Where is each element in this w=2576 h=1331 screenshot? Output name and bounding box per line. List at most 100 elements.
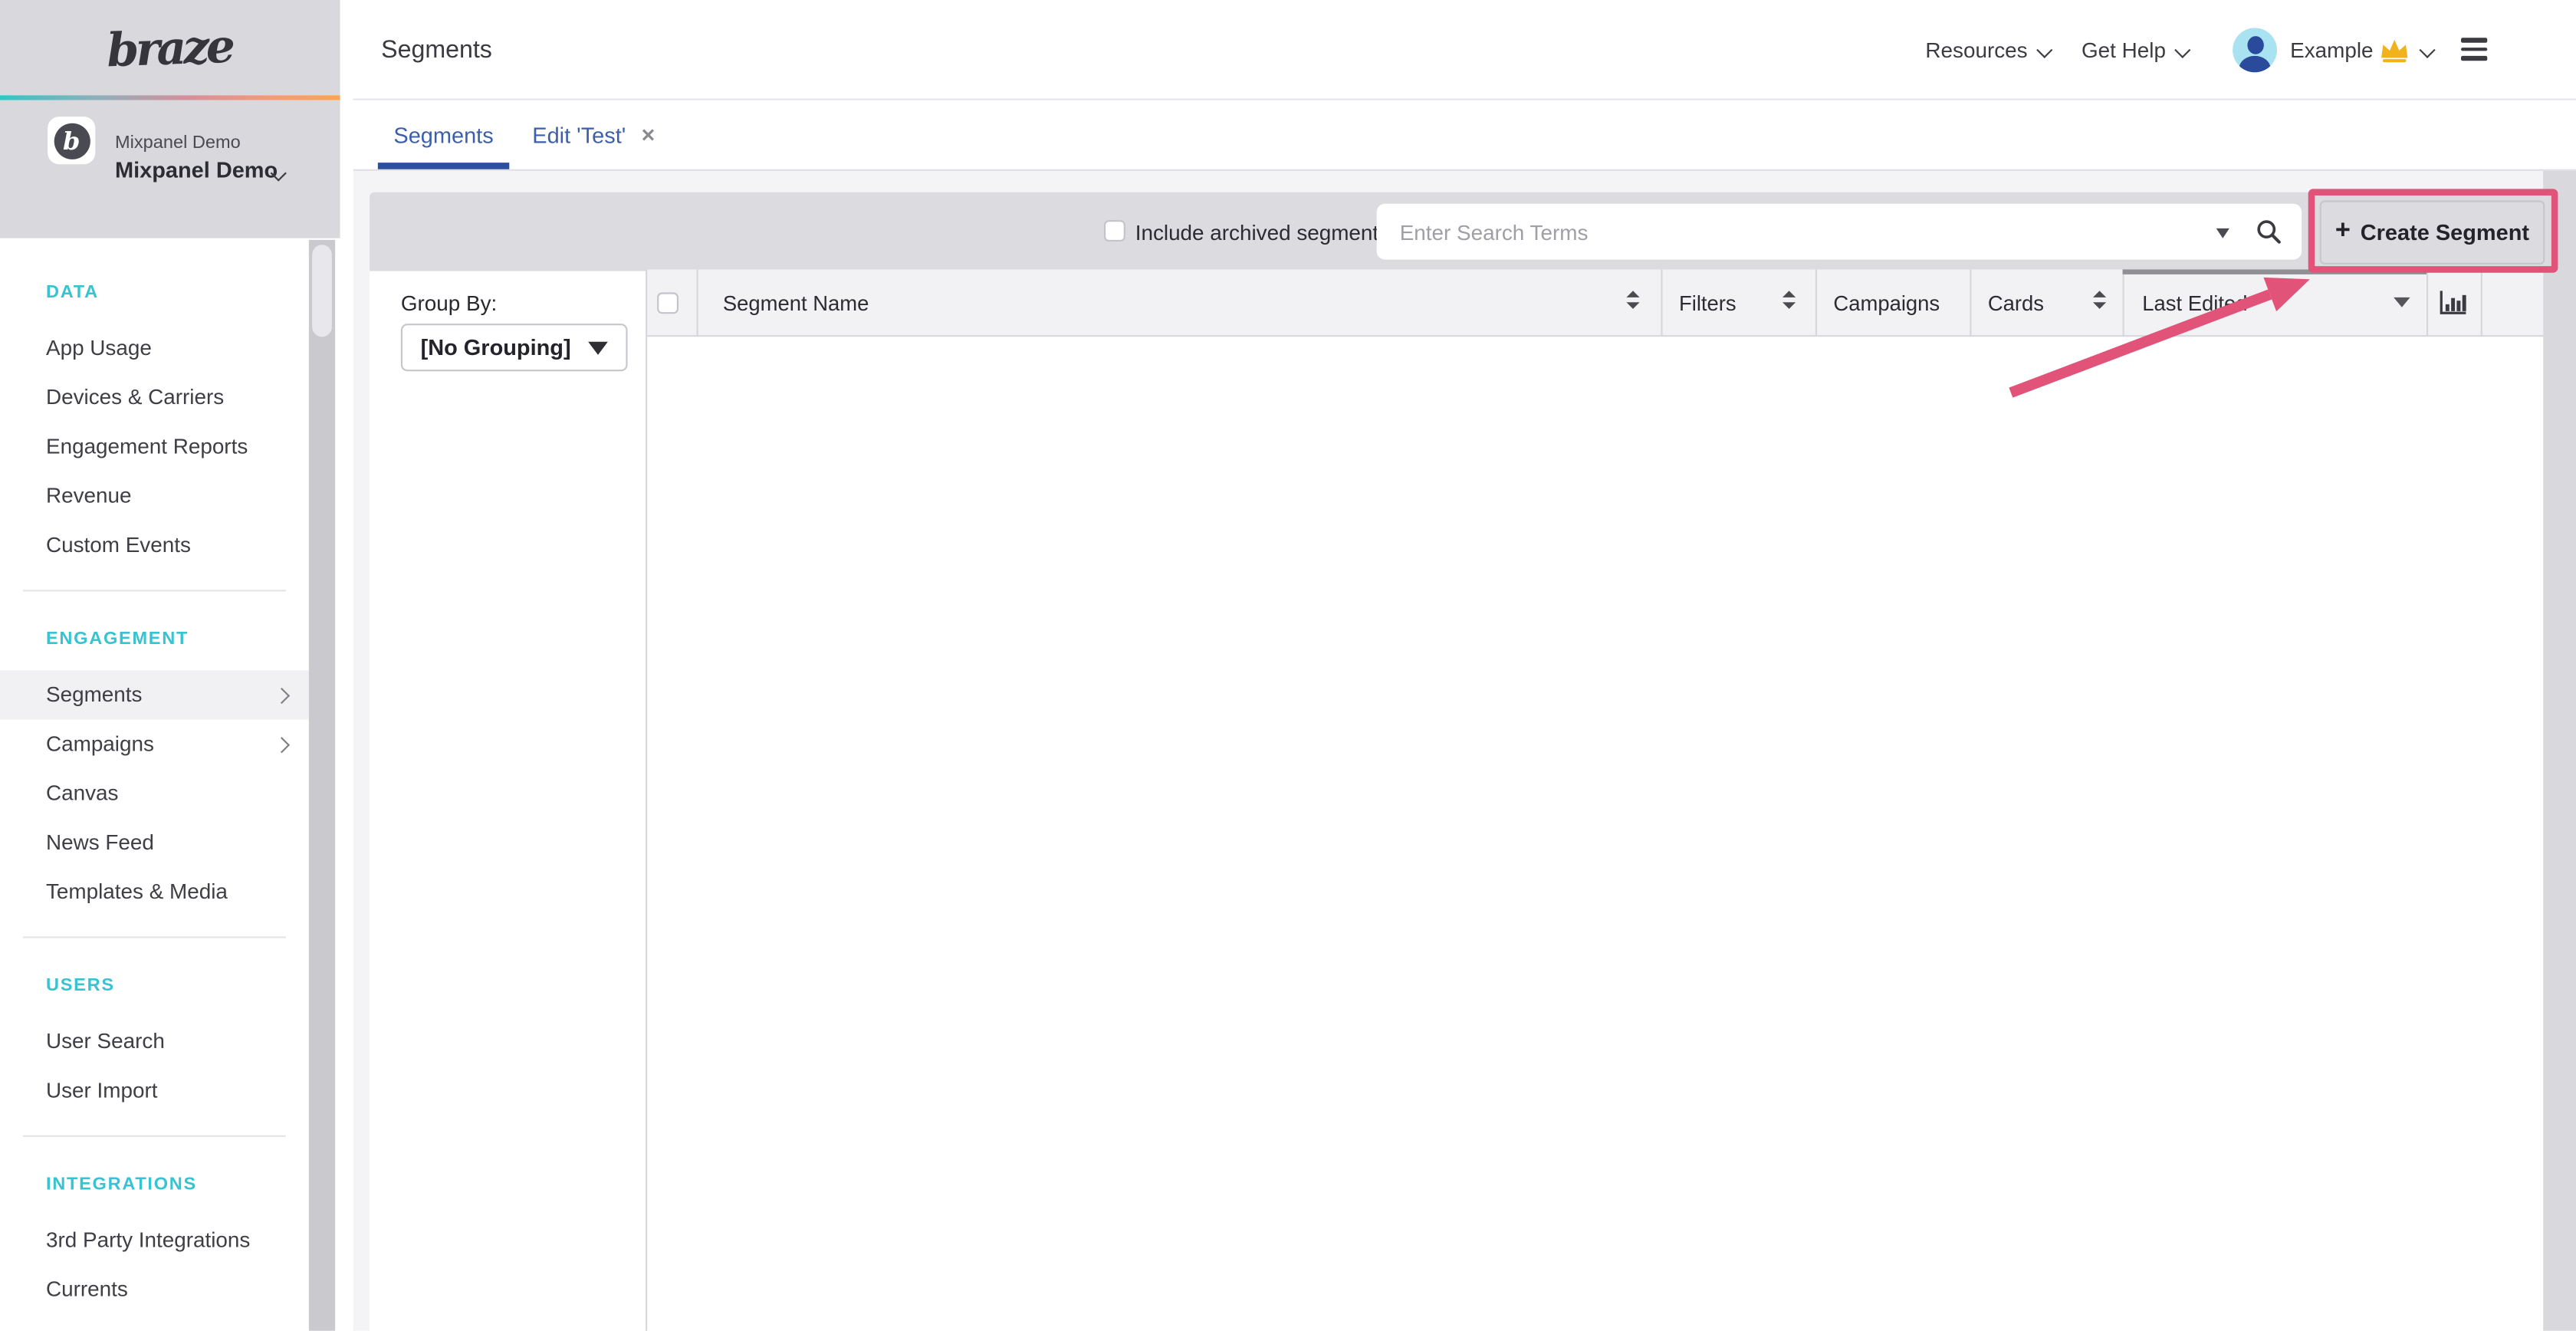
segments-toolbar: Include archived segments + Create Segme… [370, 192, 2556, 271]
chevron-right-icon [274, 688, 290, 704]
sidebar-item-label: Custom Events [46, 532, 191, 557]
analytics-column-header[interactable] [2440, 269, 2467, 335]
column-label: Filters [1679, 290, 1737, 314]
search-input[interactable] [1377, 204, 2302, 260]
crown-icon [2379, 0, 2410, 100]
workspace-switcher[interactable]: b Mixpanel Demo Mixpanel Demo [0, 100, 340, 238]
group-by-panel: Group By: [No Grouping] [370, 271, 646, 1331]
column-header-cards[interactable]: Cards [1988, 269, 2044, 335]
sidebar-item-label: Templates & Media [46, 879, 228, 903]
sidebar-item-3rd-party-integrations[interactable]: 3rd Party Integrations [0, 1216, 309, 1265]
close-icon[interactable]: ✕ [641, 124, 656, 146]
group-by-select[interactable]: [No Grouping] [401, 324, 628, 371]
segments-table-header: Segment Name Filters Campaigns Cards [647, 269, 2543, 337]
sort-icon[interactable] [2093, 291, 2106, 308]
sidebar-item-label: User Import [46, 1078, 158, 1103]
search-box [1377, 204, 2302, 260]
sidebar-item-currents[interactable]: Currents [0, 1265, 309, 1314]
column-separator [2481, 269, 2482, 335]
select-caret-icon [588, 341, 608, 354]
sidebar-item-engagement-reports[interactable]: Engagement Reports [0, 422, 309, 472]
column-separator [1815, 269, 1817, 335]
tab-bar: Segments Edit 'Test' ✕ [353, 100, 2576, 171]
resources-menu[interactable]: Resources [1925, 0, 2050, 100]
sidebar-scrollbar[interactable] [309, 240, 335, 1331]
page-title: Segments [381, 36, 492, 64]
search-icon[interactable] [2256, 219, 2282, 253]
create-segment-button[interactable]: + Create Segment [2320, 200, 2545, 265]
chevron-down-icon [2419, 42, 2435, 58]
page-scroll-gutter [2543, 171, 2576, 1331]
include-archived-label: Include archived segments [1135, 192, 1389, 271]
sidebar-item-user-import[interactable]: User Import [0, 1066, 309, 1116]
sidebar-item-label: Engagement Reports [46, 434, 248, 458]
sidebar-item-news-feed[interactable]: News Feed [0, 818, 309, 867]
sidebar-item-canvas[interactable]: Canvas [0, 769, 309, 818]
sort-icon[interactable] [1626, 291, 1639, 308]
last-edited-dropdown[interactable] [2394, 269, 2410, 335]
nav-section-engagement: ENGAGEMENT Segments Campaigns Canvas New… [0, 591, 309, 916]
sidebar-item-custom-events[interactable]: Custom Events [0, 521, 309, 570]
sidebar: braze b Mixpanel Demo Mixpanel Demo DATA… [0, 0, 353, 1331]
column-separator [2426, 269, 2428, 335]
sidebar-item-label: Campaigns [46, 731, 154, 756]
sidebar-item-label: News Feed [46, 830, 154, 854]
sidebar-item-revenue[interactable]: Revenue [0, 472, 309, 521]
column-label: Segment Name [723, 290, 869, 314]
column-header-campaigns[interactable]: Campaigns [1833, 269, 1940, 335]
sidebar-item-label: App Usage [46, 335, 152, 360]
workspace-app-icon: b [48, 117, 95, 164]
sidebar-item-user-search[interactable]: User Search [0, 1017, 309, 1066]
sidebar-item-segments[interactable]: Segments [0, 670, 309, 719]
braze-dashboard: braze b Mixpanel Demo Mixpanel Demo DATA… [0, 0, 2576, 1331]
top-bar: Segments Resources Get Help Example [353, 0, 2576, 100]
sidebar-item-campaigns[interactable]: Campaigns [0, 720, 309, 769]
select-all-checkbox[interactable] [657, 292, 678, 314]
sidebar-item-templates-media[interactable]: Templates & Media [0, 867, 309, 916]
account-dropdown[interactable] [2422, 0, 2433, 100]
nav-section-data: DATA App Usage Devices & Carriers Engage… [0, 238, 309, 570]
sort-icon[interactable] [1783, 291, 1796, 308]
sidebar-item-label: Canvas [46, 781, 118, 805]
sidebar-item-label: Currents [46, 1277, 128, 1301]
tab-segments[interactable]: Segments [378, 100, 509, 169]
user-avatar[interactable] [2233, 28, 2277, 72]
column-header-filters[interactable]: Filters [1679, 269, 1737, 335]
sidebar-item-label: User Search [46, 1028, 165, 1053]
tab-edit-test[interactable]: Edit 'Test' ✕ [532, 100, 656, 169]
tab-label: Segments [393, 123, 493, 147]
column-header-last-edited[interactable]: Last Edited [2142, 269, 2247, 335]
nav-section-title: DATA [0, 281, 309, 304]
workspace-name: Mixpanel Demo [115, 158, 278, 182]
get-help-menu[interactable]: Get Help [2082, 0, 2189, 100]
user-name: Example [2290, 38, 2373, 62]
sidebar-item-devices-carriers[interactable]: Devices & Carriers [0, 373, 309, 422]
plus-icon: + [2335, 219, 2351, 245]
sidebar-nav: DATA App Usage Devices & Carriers Engage… [0, 238, 309, 1315]
segments-page-body: Include archived segments + Create Segme… [353, 171, 2576, 1331]
create-segment-label: Create Segment [2361, 220, 2529, 245]
column-separator [2123, 269, 2124, 335]
column-separator [1970, 269, 1971, 335]
sidebar-item-label: Segments [46, 682, 142, 706]
nav-section-integrations: INTEGRATIONS 3rd Party Integrations Curr… [0, 1137, 309, 1314]
search-dropdown-caret-icon[interactable] [2216, 228, 2229, 238]
include-archived-checkbox[interactable] [1104, 220, 1125, 242]
column-label: Cards [1988, 290, 2044, 314]
group-by-value: [No Grouping] [421, 335, 571, 360]
nav-section-title: USERS [0, 974, 309, 997]
hamburger-menu-icon[interactable] [2461, 38, 2487, 61]
get-help-label: Get Help [2082, 38, 2166, 62]
user-menu[interactable]: Example [2290, 0, 2373, 100]
sidebar-scrollbar-thumb[interactable] [312, 245, 332, 337]
column-label: Last Edited [2142, 290, 2247, 314]
nav-section-title: INTEGRATIONS [0, 1173, 309, 1196]
column-header-segment-name[interactable]: Segment Name [723, 269, 869, 335]
sidebar-item-label: Revenue [46, 483, 132, 508]
chevron-right-icon [274, 737, 290, 753]
nav-section-users: USERS User Search User Import [0, 938, 309, 1116]
column-label: Campaigns [1833, 290, 1940, 314]
sidebar-item-app-usage[interactable]: App Usage [0, 324, 309, 373]
resources-label: Resources [1925, 38, 2027, 62]
column-separator [697, 269, 698, 335]
